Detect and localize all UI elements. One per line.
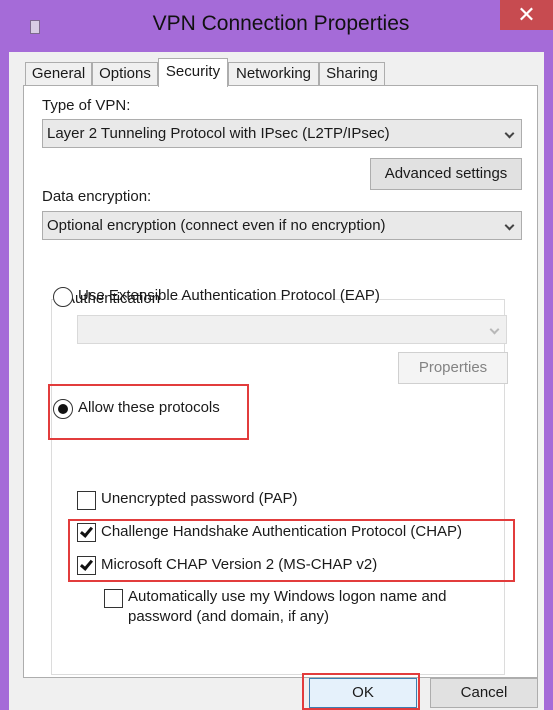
tab-general[interactable]: General (25, 62, 92, 86)
chap-checkbox[interactable] (77, 523, 96, 542)
checkmark-icon (79, 557, 94, 571)
chevron-down-icon (504, 128, 515, 139)
tab-sharing[interactable]: Sharing (319, 62, 385, 86)
pap-checkbox[interactable] (77, 491, 96, 510)
mschapv2-label[interactable]: Microsoft CHAP Version 2 (MS-CHAP v2) (101, 556, 377, 573)
window-title: VPN Connection Properties (152, 12, 410, 35)
chevron-down-icon (489, 324, 500, 335)
eap-method-select[interactable] (77, 315, 507, 344)
data-encryption-select[interactable]: Optional encryption (connect even if no … (42, 211, 522, 240)
eap-radio-label[interactable]: Use Extensible Authentication Protocol (… (78, 287, 380, 304)
chevron-down-icon (504, 220, 515, 231)
tab-options[interactable]: Options (92, 62, 158, 86)
title-bar[interactable]: VPN Connection Properties ✕ (0, 0, 553, 52)
chap-label[interactable]: Challenge Handshake Authentication Proto… (101, 523, 462, 540)
auto-logon-label-line1[interactable]: Automatically use my Windows logon name … (128, 588, 447, 605)
mschapv2-checkbox[interactable] (77, 556, 96, 575)
cancel-button[interactable]: Cancel (430, 678, 538, 708)
pap-label[interactable]: Unencrypted password (PAP) (101, 490, 297, 507)
properties-button[interactable]: Properties (398, 352, 508, 384)
security-panel: Type of VPN: Layer 2 Tunneling Protocol … (23, 85, 538, 678)
auto-logon-label-line2[interactable]: password (and domain, if any) (128, 608, 329, 625)
allow-protocols-radio[interactable] (53, 399, 73, 419)
tab-security[interactable]: Security (158, 58, 228, 87)
tab-networking[interactable]: Networking (228, 62, 319, 86)
vpn-type-label: Type of VPN: (42, 97, 131, 114)
eap-radio[interactable] (53, 287, 73, 307)
advanced-settings-button[interactable]: Advanced settings (370, 158, 522, 190)
dialog-client: General Options Security Networking Shar… (9, 52, 544, 710)
close-button[interactable]: ✕ (500, 0, 553, 30)
data-encryption-value: Optional encryption (connect even if no … (47, 217, 386, 234)
close-icon: ✕ (517, 2, 536, 27)
ok-button[interactable]: OK (309, 678, 417, 708)
radio-selected-dot (58, 404, 68, 414)
vpn-type-value: Layer 2 Tunneling Protocol with IPsec (L… (47, 125, 390, 142)
vpn-type-select[interactable]: Layer 2 Tunneling Protocol with IPsec (L… (42, 119, 522, 148)
checkmark-icon (79, 524, 94, 538)
allow-protocols-label[interactable]: Allow these protocols (78, 399, 220, 416)
dialog-window: VPN Connection Properties ✕ General Opti… (0, 0, 553, 710)
auto-logon-checkbox[interactable] (104, 589, 123, 608)
data-encryption-label: Data encryption: (42, 188, 152, 205)
